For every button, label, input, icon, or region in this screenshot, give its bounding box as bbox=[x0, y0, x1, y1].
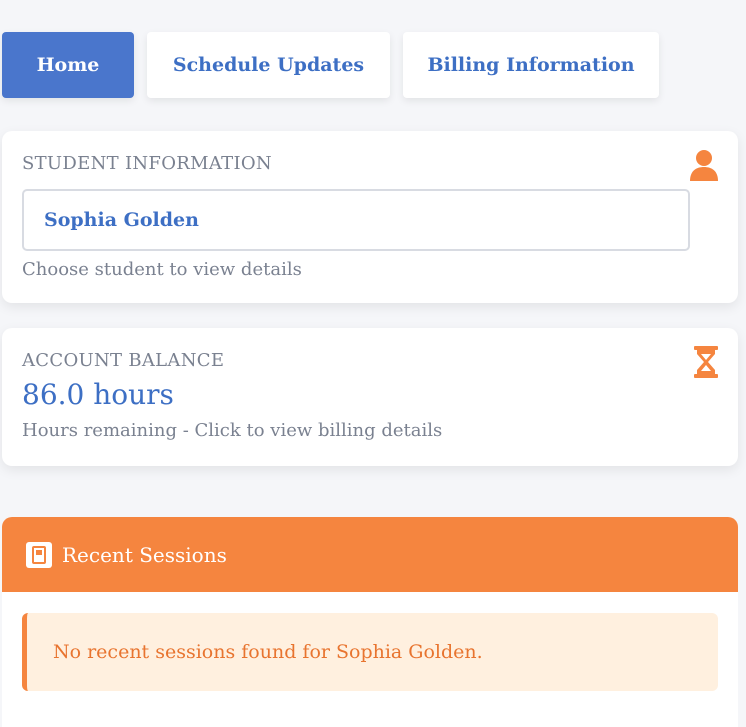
tab-billing-information[interactable]: Billing Information bbox=[403, 32, 659, 98]
user-icon bbox=[690, 149, 718, 185]
tab-home[interactable]: Home bbox=[2, 32, 134, 98]
no-sessions-message: No recent sessions found for Sophia Gold… bbox=[53, 641, 483, 663]
account-balance-helper-text: Hours remaining - Click to view billing … bbox=[22, 420, 443, 441]
no-sessions-alert: No recent sessions found for Sophia Gold… bbox=[22, 613, 718, 691]
student-helper-text: Choose student to view details bbox=[22, 259, 302, 280]
tab-schedule-updates[interactable]: Schedule Updates bbox=[147, 32, 390, 98]
student-select[interactable]: Sophia Golden bbox=[22, 189, 690, 251]
recent-sessions-header: Recent Sessions bbox=[2, 517, 738, 592]
student-information-label: STUDENT INFORMATION bbox=[22, 153, 272, 174]
notebook-icon bbox=[26, 541, 52, 568]
account-balance-label: ACCOUNT BALANCE bbox=[22, 350, 225, 371]
account-balance-card[interactable]: ACCOUNT BALANCE 86.0 hours Hours remaini… bbox=[2, 328, 738, 466]
account-balance-value: 86.0 hours bbox=[22, 378, 174, 411]
recent-sessions-panel: Recent Sessions No recent sessions found… bbox=[2, 517, 738, 727]
student-information-card: STUDENT INFORMATION Sophia Golden Choose… bbox=[2, 131, 738, 303]
main-tabs: Home Schedule Updates Billing Informatio… bbox=[2, 32, 659, 98]
recent-sessions-title: Recent Sessions bbox=[62, 542, 227, 567]
hourglass-icon bbox=[694, 346, 718, 382]
